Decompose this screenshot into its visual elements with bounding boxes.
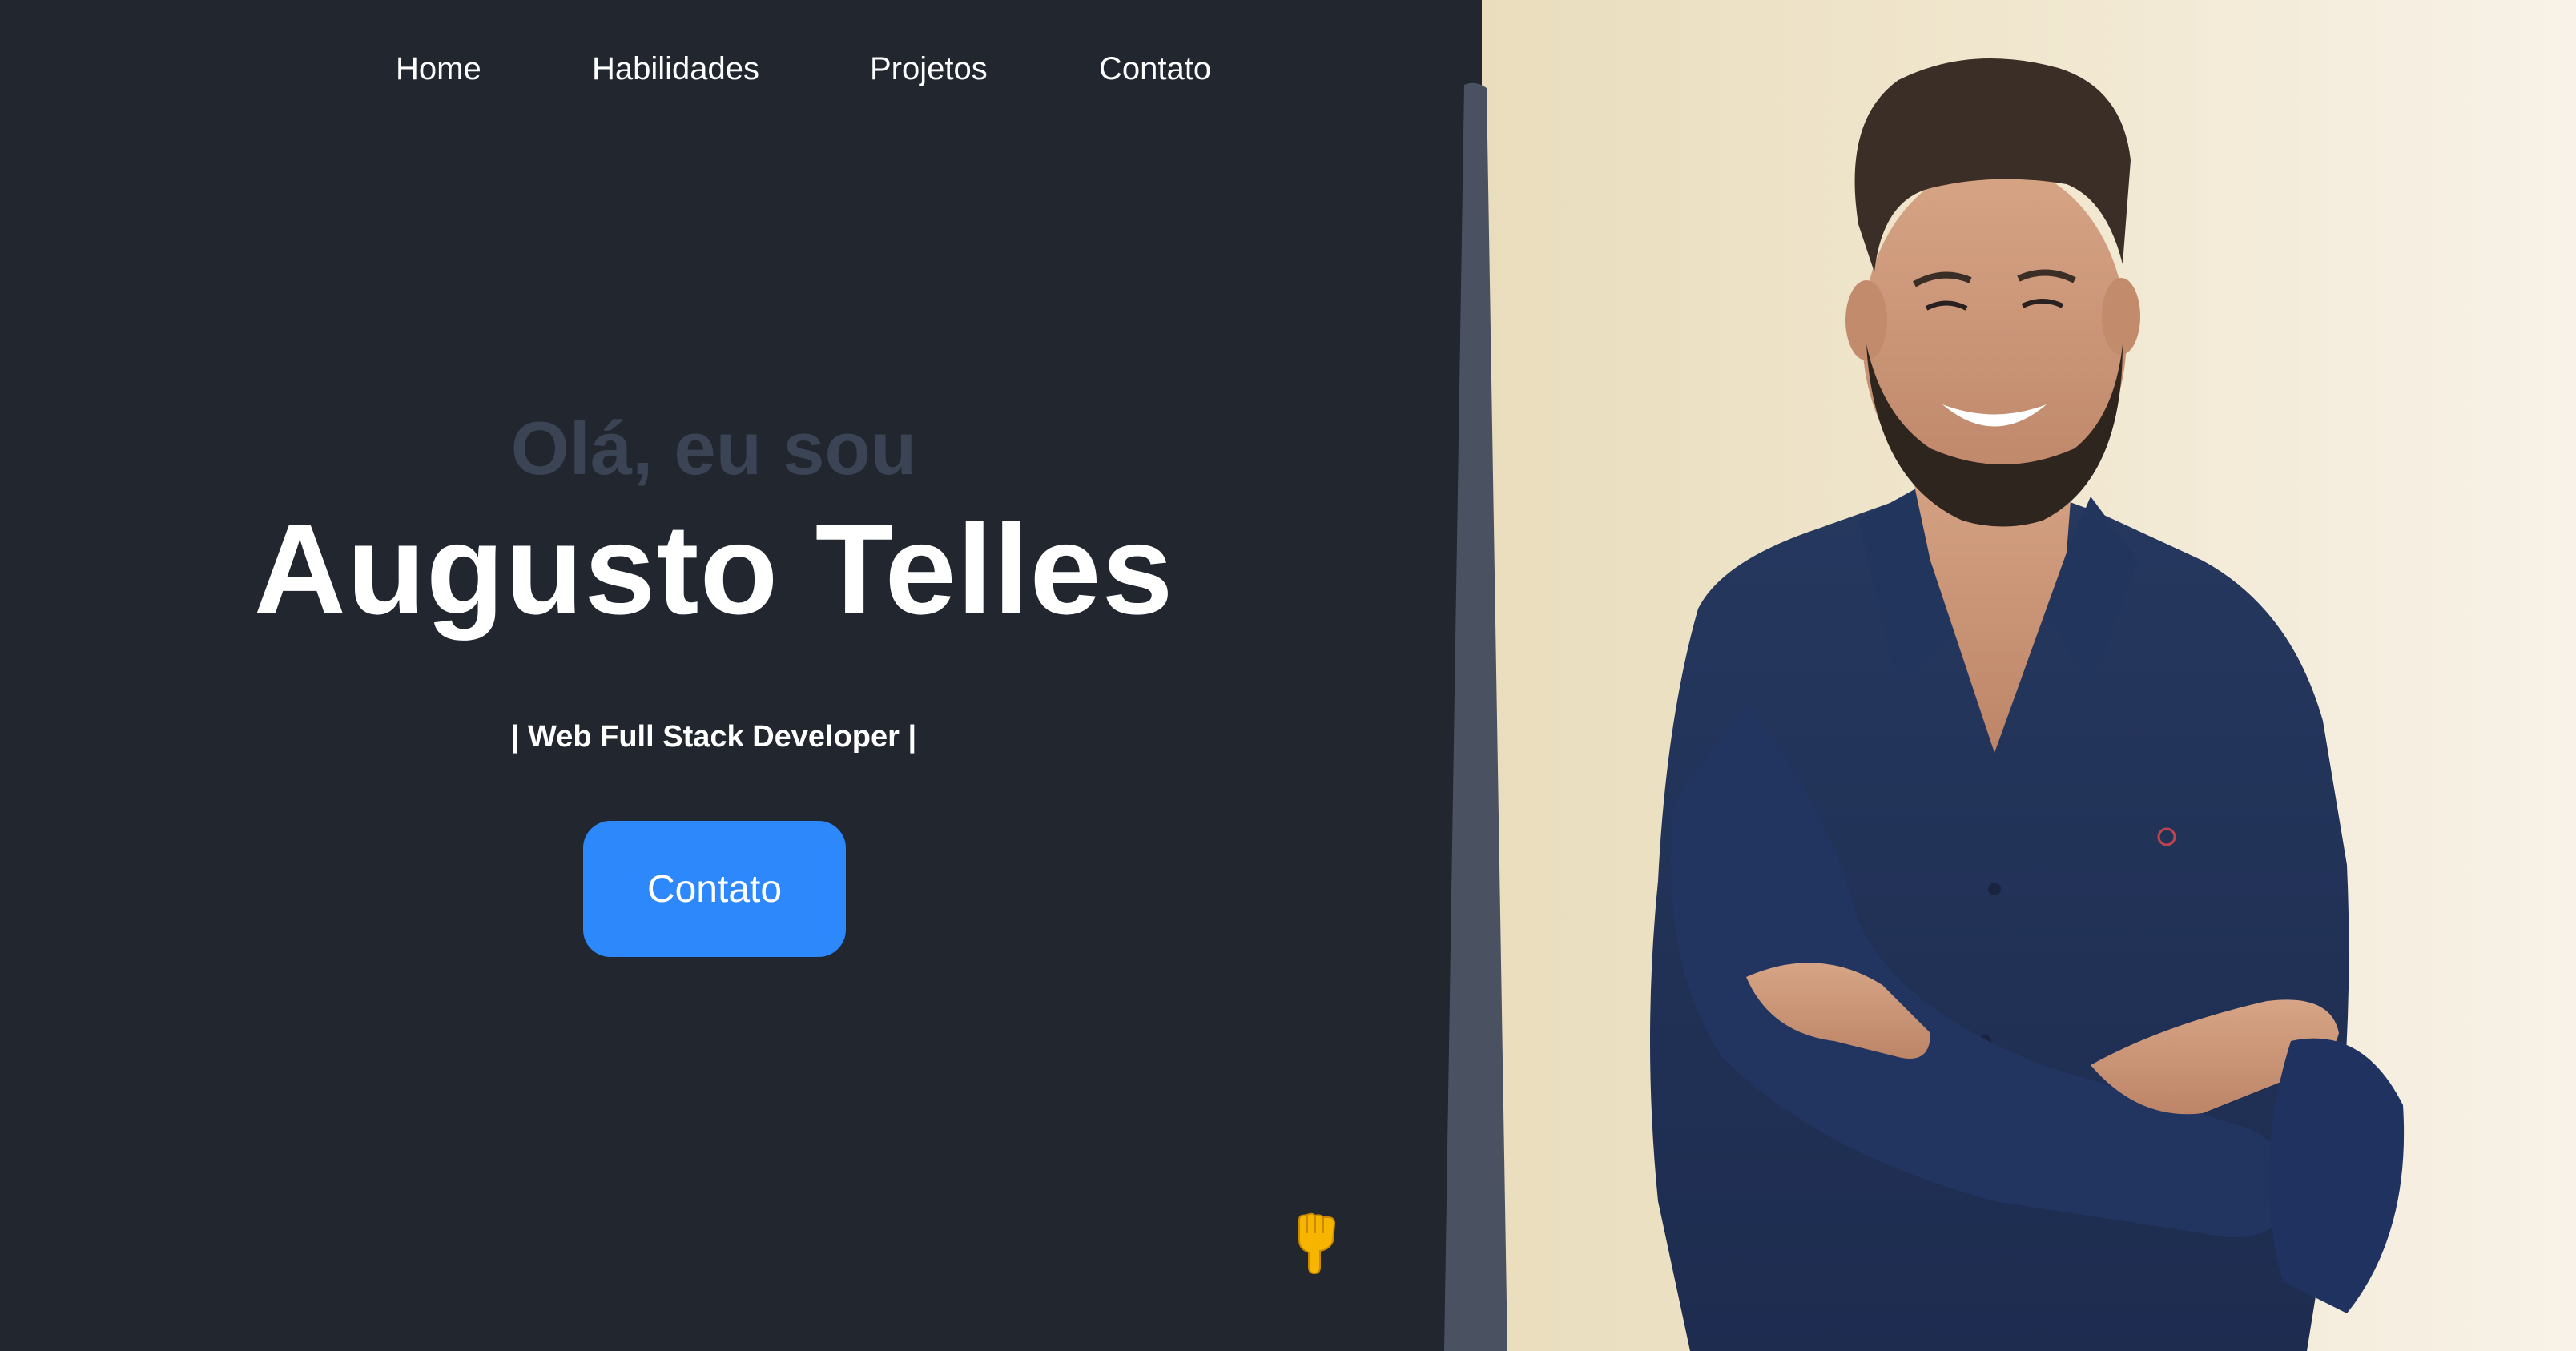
hero-role: | Web Full Stack Developer | xyxy=(510,720,917,754)
portfolio-page: Home Habilidades Projetos Contato Olá, e… xyxy=(0,0,2576,1351)
profile-photo xyxy=(1482,0,2576,1351)
main-nav: Home Habilidades Projetos Contato xyxy=(0,46,1426,94)
nav-habilidades[interactable]: Habilidades xyxy=(592,46,759,91)
nav-contato[interactable]: Contato xyxy=(1099,46,1211,91)
nav-projetos[interactable]: Projetos xyxy=(870,46,988,91)
pointing-down-hand-icon[interactable] xyxy=(1291,1211,1342,1275)
hero-name: Augusto Telles xyxy=(253,497,1174,641)
hero-greeting: Olá, eu sou xyxy=(510,406,917,490)
contact-button[interactable]: Contato xyxy=(583,821,846,957)
hero-section: Home Habilidades Projetos Contato Olá, e… xyxy=(0,0,1482,1351)
nav-home[interactable]: Home xyxy=(396,46,481,91)
